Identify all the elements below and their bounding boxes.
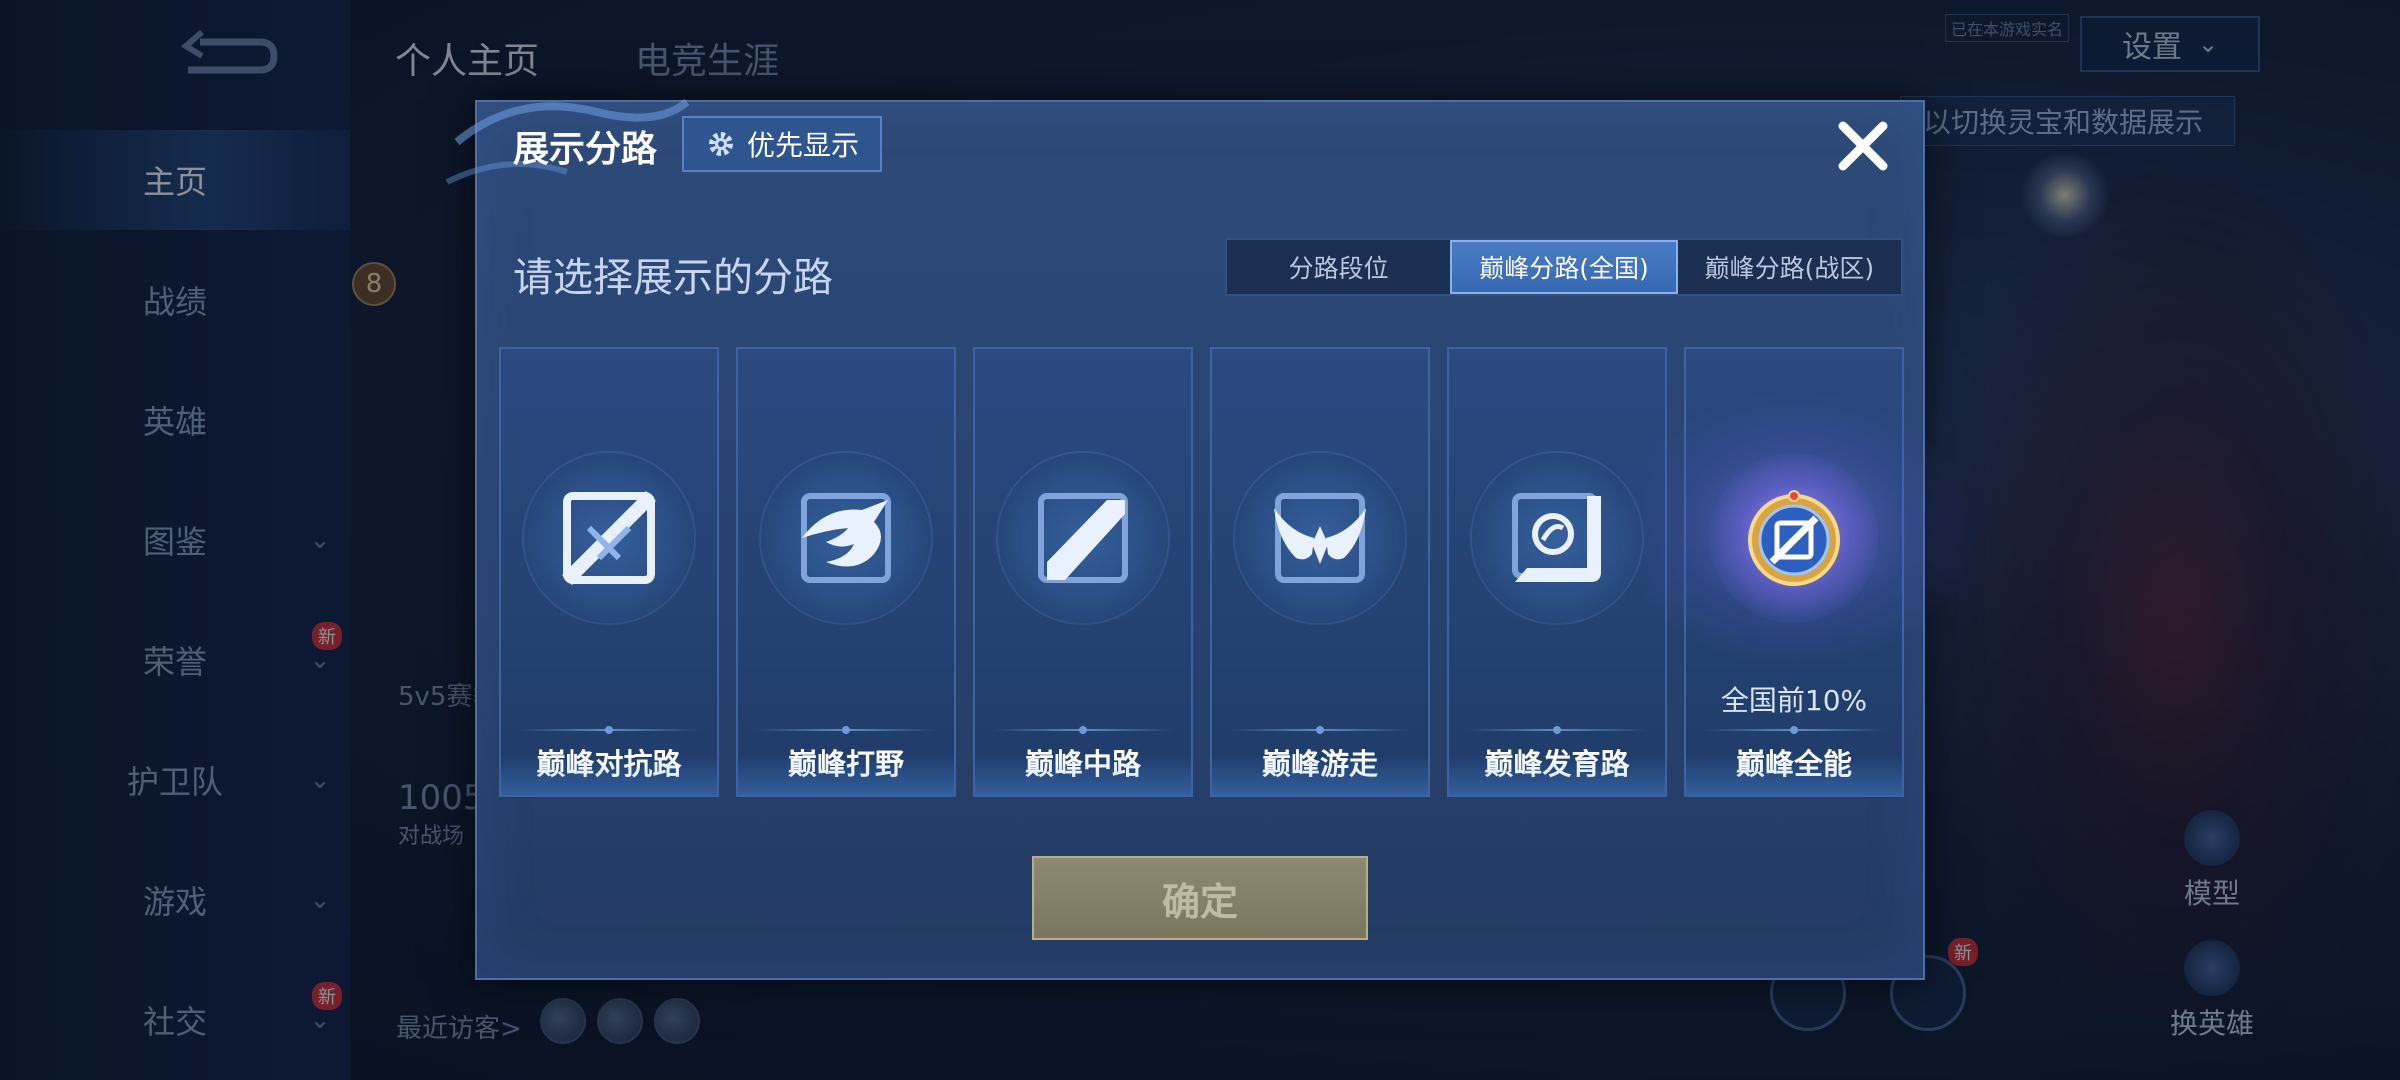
dialog-title: 展示分路 xyxy=(513,129,658,170)
tab-lane-rank[interactable]: 分路段位 xyxy=(1227,240,1450,294)
card-divider xyxy=(993,726,1173,734)
gear-icon xyxy=(708,132,733,156)
card-glow xyxy=(738,755,954,795)
card-glow xyxy=(501,755,717,795)
card-divider xyxy=(1704,726,1884,734)
jungle-dragon-icon xyxy=(801,493,891,583)
priority-display-label: 优先显示 xyxy=(746,129,859,162)
clash-lane-icon xyxy=(562,491,656,585)
roam-wings-icon xyxy=(1274,493,1366,583)
confirm-button[interactable]: 确定 xyxy=(1032,856,1368,940)
lane-type-tabs: 分路段位 巅峰分路(全国) 巅峰分路(战区) xyxy=(1225,238,1903,296)
lane-card-all-round[interactable]: 全国前10% 巅峰全能 xyxy=(1616,347,1976,797)
card-glow xyxy=(975,755,1191,795)
icon-ring xyxy=(761,453,931,623)
icon-ring xyxy=(998,453,1168,623)
card-divider xyxy=(756,726,936,734)
lane-card-jungle[interactable]: 巅峰打野 xyxy=(736,347,956,797)
card-glow xyxy=(1686,755,1902,795)
lane-card-list: 巅峰对抗路 巅峰打野 巅峰中路 xyxy=(499,347,1976,797)
display-lane-dialog: 展示分路 优先显示 请选择展示的分路 分路段位 巅峰分路(全国) 巅峰分路(战区… xyxy=(445,98,1976,980)
icon-ring xyxy=(1472,453,1642,623)
rank-percentile: 全国前10% xyxy=(1720,684,1868,717)
tab-peak-lane-region[interactable]: 巅峰分路(战区) xyxy=(1678,240,1901,294)
all-round-medal-icon xyxy=(1748,490,1840,586)
dialog-subtitle: 请选择展示的分路 xyxy=(513,255,833,301)
icon-ring xyxy=(524,453,694,623)
lane-card-mid[interactable]: 巅峰中路 xyxy=(973,347,1193,797)
lane-card-clash[interactable]: 巅峰对抗路 xyxy=(499,347,719,797)
icon-ring xyxy=(1235,453,1405,623)
farm-lane-icon xyxy=(1512,493,1601,582)
card-glow xyxy=(1212,755,1428,795)
card-divider xyxy=(1467,726,1647,734)
close-button[interactable] xyxy=(1827,110,1899,182)
card-glow xyxy=(1449,755,1665,795)
mid-lane-icon xyxy=(1038,493,1128,583)
lane-card-farm[interactable]: 巅峰发育路 xyxy=(1447,347,1667,797)
priority-display-button[interactable]: 优先显示 xyxy=(682,116,882,172)
tab-peak-lane-national[interactable]: 巅峰分路(全国) xyxy=(1450,240,1678,294)
lane-card-roam[interactable]: 巅峰游走 xyxy=(1210,347,1430,797)
icon-ring xyxy=(1709,453,1879,623)
card-divider xyxy=(1230,726,1410,734)
close-icon xyxy=(1838,121,1888,171)
card-divider xyxy=(519,726,699,734)
